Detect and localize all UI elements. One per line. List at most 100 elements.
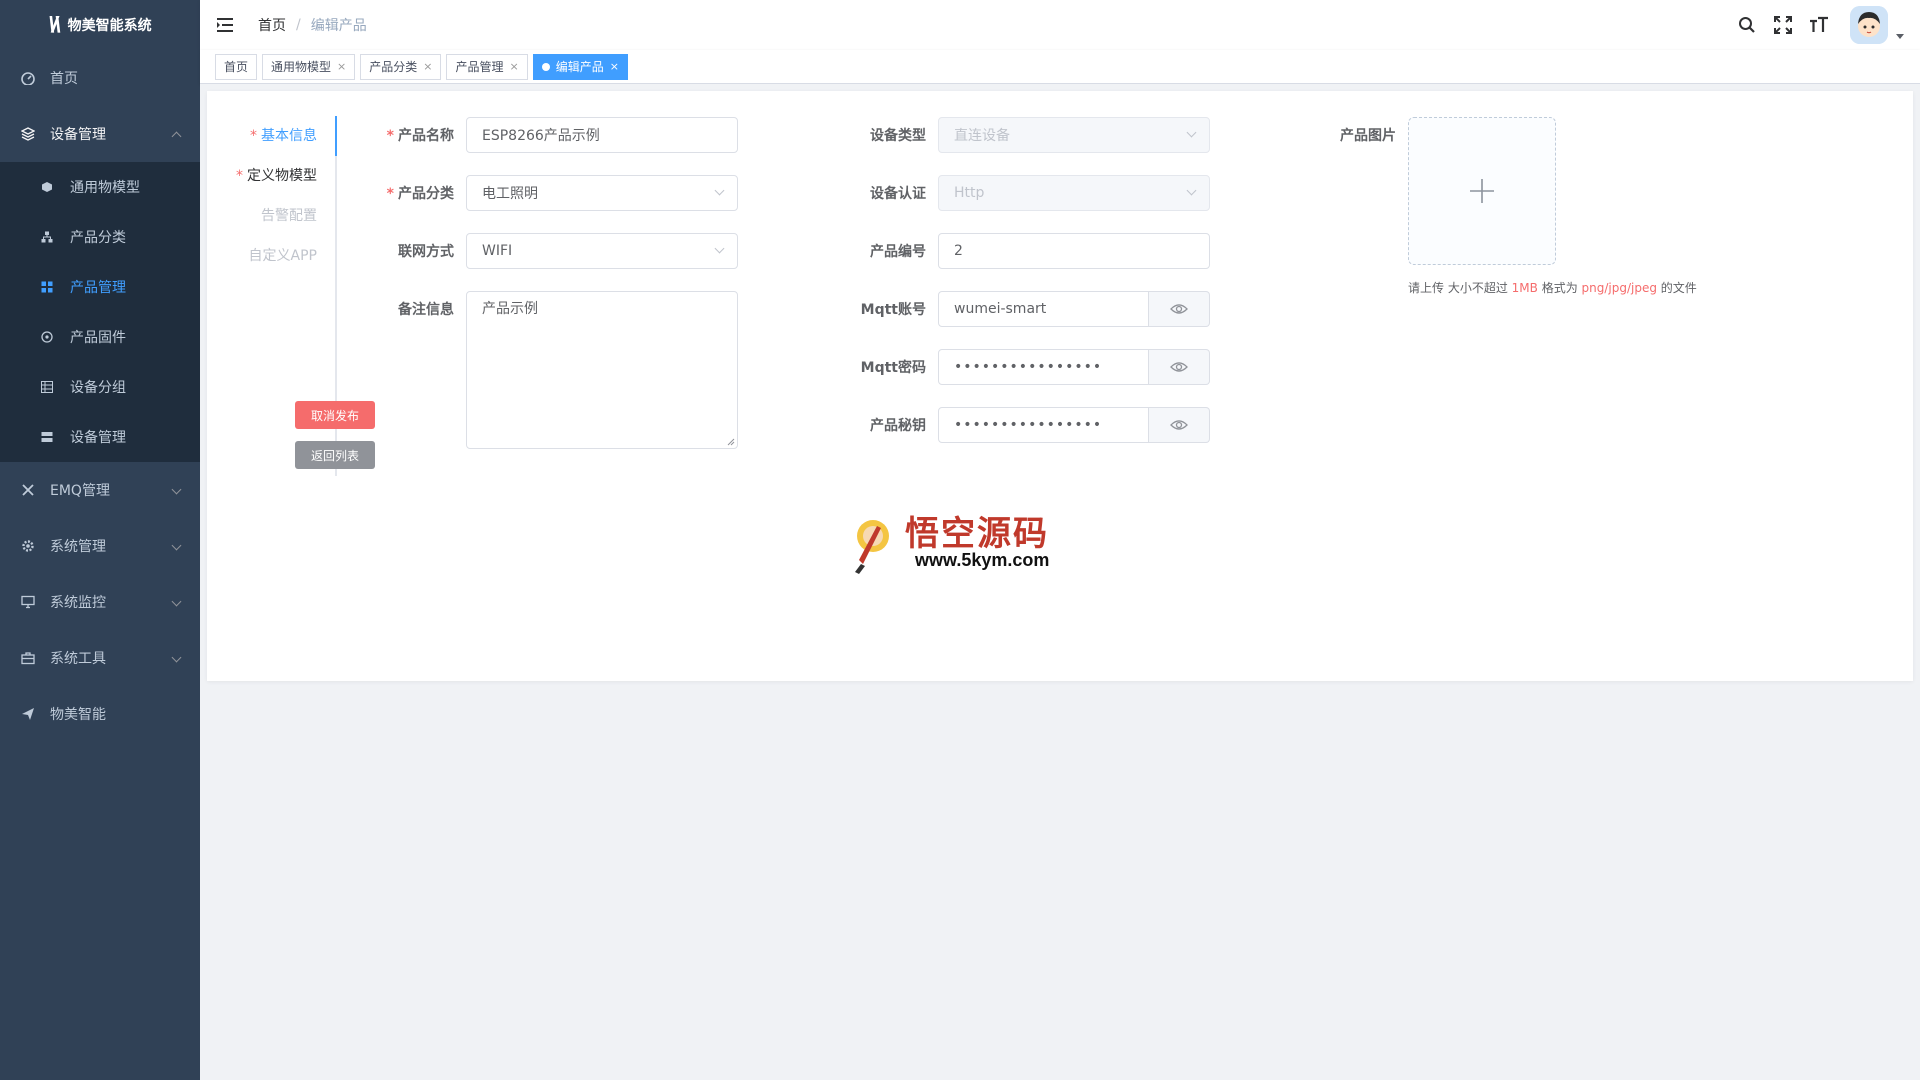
form-item-category: * 产品分类 电工照明 — [357, 175, 738, 211]
category-select[interactable]: 电工照明 — [466, 175, 738, 211]
mqtt-account-input[interactable]: wumei-smart — [938, 291, 1149, 327]
form-item-device-type: 设备类型 直连设备 — [807, 117, 1210, 153]
breadcrumb-current: 编辑产品 — [310, 18, 367, 34]
sidebar-item-device-group[interactable]: 设备分组 — [0, 362, 200, 412]
breadcrumb-separator: / — [296, 17, 301, 33]
tab-custom-app[interactable]: 自定义APP — [227, 236, 335, 276]
form-item-network: 联网方式 WIFI — [357, 233, 738, 269]
eye-icon[interactable] — [1149, 349, 1210, 385]
sidebar-item-thing-model[interactable]: 通用物模型 — [0, 162, 200, 212]
tag-home[interactable]: 首页 — [215, 53, 258, 80]
form-item-remark: 备注信息 — [398, 302, 454, 318]
form-item-image: 产品图片 — [1340, 128, 1396, 144]
sidebar-item-devices[interactable]: 设备管理 — [0, 412, 200, 462]
network-select[interactable]: WIFI — [466, 233, 738, 269]
tab-basic-info[interactable]: * 基本信息 — [227, 116, 337, 156]
dashboard-icon — [20, 70, 36, 86]
chevron-down-icon — [171, 540, 182, 551]
breadcrumb-home[interactable]: 首页 — [258, 15, 286, 35]
product-edit-card: * 基本信息 * 定义物模型 告警配置 自定义APP 取消发布 返回列表 * 产品名称… — [207, 91, 1913, 681]
cube-icon — [40, 180, 54, 194]
watermark: 悟空源码 www.5kym.com — [847, 506, 1087, 581]
font-size-icon[interactable] — [1808, 14, 1830, 36]
send-icon — [20, 706, 36, 722]
tab-thing-model[interactable]: * 定义物模型 — [227, 156, 335, 196]
product-secret-input[interactable]: •••••••••••••••• — [938, 407, 1149, 443]
product-name-input[interactable]: ESP8266产品示例 — [466, 117, 738, 153]
navbar: 首页 / 编辑产品 — [200, 0, 1920, 50]
tab-alert-config[interactable]: 告警配置 — [227, 196, 335, 236]
eye-icon[interactable] — [1149, 407, 1210, 443]
close-icon[interactable]: × — [510, 55, 519, 79]
tag-product[interactable]: 产品管理 × — [446, 53, 528, 80]
sidebar-item-product[interactable]: 产品管理 — [0, 262, 200, 312]
form-item-product-secret: 产品秘钥 •••••••••••••••• — [807, 407, 1210, 443]
fullscreen-icon[interactable] — [1772, 14, 1794, 36]
app-logo[interactable]: \/\ 物美智能系统 — [0, 0, 200, 50]
tag-edit-product[interactable]: 编辑产品 × — [532, 53, 628, 80]
caret-down-icon[interactable] — [1896, 33, 1904, 39]
product-no-input[interactable]: 2 — [938, 233, 1210, 269]
sidebar-item-home[interactable]: 首页 — [0, 50, 200, 106]
form-item-product-name: * 产品名称 ESP8266产品示例 — [357, 117, 738, 153]
chevron-down-icon — [714, 185, 725, 196]
submenu-device-mgmt: 通用物模型 产品分类 产品管理 产品固件 设备分组 设备管理 — [0, 162, 200, 462]
chevron-down-icon — [171, 484, 182, 495]
sidebar: \/\ 物美智能系统 首页 设备管理 通用物模型 产品分类 产品管理 产品固件 … — [0, 0, 200, 1080]
chevron-down-icon — [171, 652, 182, 663]
hamburger-icon[interactable] — [200, 0, 250, 50]
avatar[interactable] — [1850, 6, 1888, 44]
back-to-list-button[interactable]: 返回列表 — [295, 441, 375, 469]
watermark-url: www.5kym.com — [915, 550, 1050, 570]
tools-icon — [20, 482, 36, 498]
form-item-mqtt-password: Mqtt密码 •••••••••••••••• — [807, 349, 1210, 385]
active-dot-icon — [541, 62, 550, 71]
resize-handle-icon[interactable] — [727, 438, 735, 446]
toolbox-icon — [20, 650, 36, 666]
sidebar-item-device-mgmt[interactable]: 设备管理 — [0, 106, 200, 162]
remark-textarea[interactable]: 产品示例 — [466, 291, 738, 449]
form-item-product-no: 产品编号 2 — [807, 233, 1210, 269]
grid-icon — [40, 280, 54, 294]
chevron-up-icon — [171, 131, 182, 142]
close-icon[interactable]: × — [610, 55, 619, 79]
form-item-mqtt-account: Mqtt账号 wumei-smart — [807, 291, 1210, 327]
close-icon[interactable]: × — [337, 55, 346, 79]
app-title: 物美智能系统 — [67, 18, 152, 34]
search-icon[interactable] — [1736, 14, 1758, 36]
form-item-auth: 设备认证 Http — [807, 175, 1210, 211]
sidebar-item-firmware[interactable]: 产品固件 — [0, 312, 200, 362]
close-icon[interactable]: × — [423, 55, 432, 79]
cancel-publish-button[interactable]: 取消发布 — [295, 401, 375, 429]
upload-tip: 请上传 大小不超过 1MB 格式为 png/jpg/jpeg 的文件 — [1408, 281, 1697, 295]
tree-icon — [40, 230, 54, 244]
firmware-icon — [40, 330, 54, 344]
tag-thing-model[interactable]: 通用物模型 × — [262, 53, 356, 80]
tag-category[interactable]: 产品分类 × — [360, 53, 442, 80]
auth-select: Http — [938, 175, 1210, 211]
monitor-icon — [20, 594, 36, 610]
sidebar-item-emq[interactable]: EMQ管理 — [0, 462, 200, 518]
group-icon — [40, 380, 54, 394]
layers-icon — [20, 126, 36, 142]
sidebar-item-wumei[interactable]: 物美智能 — [0, 686, 200, 742]
plus-icon — [1470, 179, 1494, 203]
sidebar-item-category[interactable]: 产品分类 — [0, 212, 200, 262]
server-icon — [40, 430, 54, 444]
sidebar-item-system[interactable]: 系统管理 — [0, 518, 200, 574]
mqtt-password-input[interactable]: •••••••••••••••• — [938, 349, 1149, 385]
logo-icon: \/\ — [48, 12, 60, 37]
device-type-select: 直连设备 — [938, 117, 1210, 153]
watermark-title: 悟空源码 — [905, 514, 1049, 554]
chevron-down-icon — [714, 243, 725, 254]
gear-icon — [20, 538, 36, 554]
main-content: * 基本信息 * 定义物模型 告警配置 自定义APP 取消发布 返回列表 * 产品名称… — [200, 84, 1920, 1080]
tags-view: 首页 通用物模型 × 产品分类 × 产品管理 × 编辑产品 × — [200, 50, 1920, 84]
chevron-down-icon — [171, 596, 182, 607]
image-upload[interactable] — [1408, 117, 1556, 265]
sidebar-item-tools[interactable]: 系统工具 — [0, 630, 200, 686]
right-menu — [1736, 0, 1904, 50]
chevron-down-icon — [1186, 185, 1197, 196]
eye-icon[interactable] — [1149, 291, 1210, 327]
sidebar-item-monitor[interactable]: 系统监控 — [0, 574, 200, 630]
